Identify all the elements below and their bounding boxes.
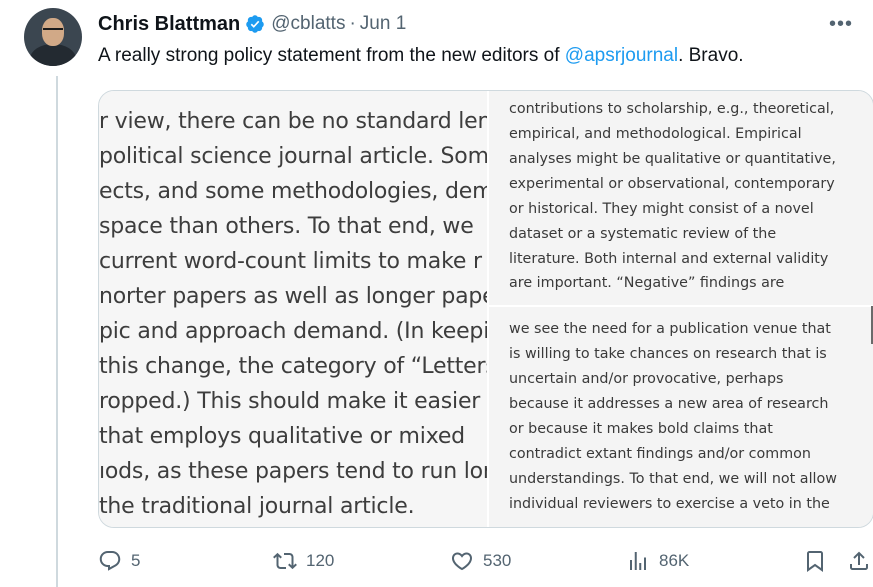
verified-badge-icon [246, 15, 264, 33]
image-text-line: that employs qualitative or mixed [99, 424, 465, 449]
image-text-line: or historical. They might consist of a n… [509, 201, 814, 217]
reply-button[interactable]: 5 [98, 545, 140, 577]
retweet-icon [273, 552, 297, 570]
avatar-shoulders [30, 44, 76, 66]
image-text-line: space than others. To that end, we [99, 214, 474, 239]
views-icon [630, 552, 646, 570]
image-text-line: ıods, as these papers tend to run lon [99, 459, 487, 484]
image-text-line: ropped.) This should make it easier fo [99, 389, 487, 414]
author-handle[interactable]: @cblatts [271, 13, 345, 35]
action-bar: 5 120 530 86K [98, 545, 868, 577]
image-text-line: we see the need for a publication venue … [509, 321, 831, 337]
image-text-line: dataset or a systematic review of the [509, 226, 777, 242]
image-text-line: ects, and some methodologies, dema [99, 179, 487, 204]
tweet-text-before: A really strong policy statement from th… [98, 45, 565, 66]
views-button[interactable]: 86K [626, 545, 689, 577]
media-attachment[interactable]: r view, there can be no standard len pol… [98, 90, 873, 528]
tweet-text-after: . Bravo. [678, 45, 744, 66]
image-text-line: political science journal article. Som [99, 144, 487, 169]
image-text-line: individual reviewers to exercise a veto … [509, 496, 830, 512]
image-text-line: norter papers as well as longer pape [99, 284, 487, 309]
author-name[interactable]: Chris Blattman [98, 13, 240, 36]
image-text-line: the traditional journal article. [99, 494, 415, 519]
views-count: 86K [659, 551, 690, 570]
tweet-date[interactable]: Jun 1 [360, 13, 406, 35]
tweet-header: Chris Blattman @cblatts · Jun 1 ••• [98, 10, 853, 38]
share-button[interactable] [847, 545, 871, 577]
image-text-line: r view, there can be no standard len [99, 109, 487, 134]
like-icon [451, 552, 473, 571]
tweet-text: A really strong policy statement from th… [98, 45, 744, 67]
separator-dot: · [349, 13, 356, 34]
image-text-line: are important. “Negative” findings are [509, 275, 785, 291]
image-text-line: literature. Both internal and external v… [509, 251, 829, 267]
more-icon[interactable]: ••• [829, 14, 853, 34]
image-text-line: uncertain and/or provocative, perhaps [509, 371, 784, 387]
image-text-line: or because it makes bold claims that [509, 421, 773, 437]
image-text-line: empirical, and methodological. Empirical [509, 126, 802, 142]
bookmark-icon [807, 551, 823, 572]
thread-line [56, 76, 58, 587]
share-icon [850, 551, 868, 570]
image-text-line: contributions to scholarship, e.g., theo… [509, 101, 835, 117]
image-text-line: is willing to take chances on research t… [509, 346, 827, 362]
image-text-line: understandings. To that end, we will not… [509, 471, 837, 487]
avatar-glasses [43, 28, 63, 35]
image-text-line: pic and approach demand. (In keepi [99, 319, 487, 344]
reply-icon [99, 551, 121, 571]
retweet-button[interactable]: 120 [273, 545, 334, 577]
media-image-right[interactable]: contributions to scholarship, e.g., theo… [489, 91, 873, 527]
mention-link[interactable]: @apsrjournal [565, 45, 678, 66]
bookmark-button[interactable] [803, 545, 827, 577]
like-count: 530 [483, 551, 512, 570]
retweet-count: 120 [306, 551, 335, 570]
media-seam [489, 305, 873, 307]
image-text-line: contradict extant findings and/or common [509, 446, 811, 462]
image-text-line: experimental or observational, contempor… [509, 176, 835, 192]
image-text-line: this change, the category of “Letters [99, 354, 487, 379]
media-image-left[interactable]: r view, there can be no standard len pol… [99, 91, 487, 527]
image-text-line: current word-count limits to make r [99, 249, 482, 274]
like-button[interactable]: 530 [450, 545, 511, 577]
image-text-line: because it addresses a new area of resea… [509, 396, 829, 412]
avatar[interactable] [24, 8, 82, 66]
image-text-line: analyses might be qualitative or quantit… [509, 151, 836, 167]
reply-count: 5 [131, 551, 141, 570]
